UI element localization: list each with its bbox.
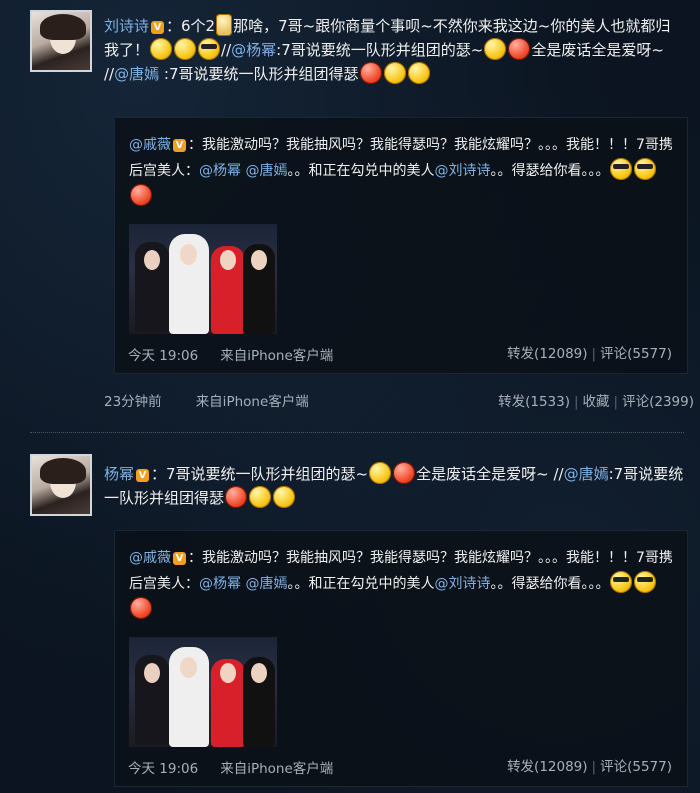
quote-comment-button[interactable]: 评论(5577): [600, 759, 672, 775]
avatar-image: [32, 456, 90, 514]
laugh-emoji-icon: [369, 462, 392, 484]
verified-icon: V: [151, 21, 165, 34]
quote-text-segment: 。。得瑟给你看。。。: [490, 576, 610, 592]
avatar[interactable]: [30, 454, 92, 516]
post-text: 刘诗诗 V ：6个2 那啥，7哥~跟你商量个事呗~不然你来我这边~你的美人也就都归我了…: [104, 14, 684, 86]
laugh-emoji-icon: [130, 184, 152, 206]
verified-icon: V: [136, 469, 150, 482]
mention-link[interactable]: @唐嫣: [114, 65, 159, 83]
laugh-emoji-icon: [484, 38, 507, 60]
quote-timestamp-link[interactable]: 今天 19:06: [128, 761, 198, 777]
verified-icon: V: [173, 552, 186, 565]
mention-link[interactable]: @唐嫣: [564, 465, 609, 483]
quote-author-link[interactable]: @戚薇: [129, 137, 171, 153]
quote-text: @戚薇 V ：我能激动吗？我能抽风吗？我能得瑟吗？我能炫耀吗？。。。我能！！！7哥携…: [129, 545, 673, 623]
repost-button[interactable]: 转发(1533): [498, 394, 570, 410]
quote-text-segment: 。。和正在勾兑中的美人: [287, 576, 435, 592]
laugh-emoji-icon: [225, 486, 248, 508]
username-link[interactable]: 刘诗诗: [104, 17, 149, 35]
post-text-segment: 全是废话全是爱呀~ //: [416, 465, 564, 483]
quote-source-link[interactable]: 来自iPhone客户端: [220, 761, 333, 777]
avatar-image: [32, 12, 90, 70]
sunglasses-emoji-icon: [610, 158, 633, 180]
quote-author-link[interactable]: @戚薇: [129, 550, 171, 566]
sunglasses-emoji-icon: [634, 571, 657, 593]
quote-comment-button[interactable]: 评论(5577): [600, 346, 672, 362]
source-link[interactable]: 来自iPhone客户端: [196, 394, 309, 410]
timestamp-link[interactable]: 23分钟前: [104, 394, 162, 410]
post-meta: 23分钟前 来自iPhone客户端: [104, 390, 309, 410]
reposted-weibo: @戚薇 V ：我能激动吗？我能抽风吗？我能得瑟吗？我能炫耀吗？。。。我能！！！7哥携…: [114, 530, 688, 787]
laugh-emoji-icon: [393, 462, 416, 484]
sunglasses-emoji-icon: [634, 158, 657, 180]
laugh-emoji-icon: [508, 38, 531, 60]
quote-repost-button[interactable]: 转发(12089): [507, 759, 587, 775]
sunglasses-emoji-icon: [610, 571, 633, 593]
post-text-segment: ：7哥说要统一队形并组团的瑟~: [151, 465, 369, 483]
reposted-weibo: @戚薇 V ：我能激动吗？我能抽风吗？我能得瑟吗？我能炫耀吗？。。。我能！！！7哥携…: [114, 117, 688, 374]
smile-emoji-icon: [174, 38, 197, 60]
quote-repost-button[interactable]: 转发(12089): [507, 346, 587, 362]
comment-button[interactable]: 评论(2399): [622, 394, 694, 410]
grin-emoji-icon: [383, 62, 406, 84]
smile-emoji-icon: [407, 62, 430, 84]
favorite-button[interactable]: 收藏: [583, 394, 610, 410]
photo-thumbnail[interactable]: [129, 224, 277, 334]
smile-emoji-icon: [273, 486, 296, 508]
mention-link[interactable]: @唐嫣: [245, 163, 287, 179]
mention-link[interactable]: @唐嫣: [245, 576, 287, 592]
avatar[interactable]: [30, 10, 92, 72]
smile-emoji-icon: [150, 38, 173, 60]
mention-link[interactable]: @杨幂: [199, 576, 241, 592]
post-actions: 转发(1533) | 收藏 | 评论(2399): [498, 394, 694, 410]
sunglasses-emoji-icon: [198, 38, 221, 60]
quote-meta: 今天 19:06 来自iPhone客户端: [128, 344, 333, 364]
photo-thumbnail[interactable]: [129, 637, 277, 747]
mention-link[interactable]: @杨幂: [199, 163, 241, 179]
quote-source-link[interactable]: 来自iPhone客户端: [220, 348, 333, 364]
laugh-emoji-icon: [359, 62, 382, 84]
quote-text-segment: 。。和正在勾兑中的美人: [287, 163, 435, 179]
post-text-segment: :7哥说要统一队形并组团得瑟: [159, 65, 359, 83]
quote-meta: 今天 19:06 来自iPhone客户端: [128, 757, 333, 777]
post-text-segment: //: [221, 41, 232, 59]
mention-link[interactable]: @杨幂: [231, 41, 276, 59]
mention-link[interactable]: @刘诗诗: [434, 163, 490, 179]
divider: [30, 432, 684, 433]
mention-link[interactable]: @刘诗诗: [434, 576, 490, 592]
laugh-emoji-icon: [130, 597, 152, 619]
grin-emoji-icon: [249, 486, 272, 508]
post-text: 杨幂 V ：7哥说要统一队形并组团的瑟~ 全是废话全是爱呀~ //@唐嫣:7哥说要统一…: [104, 462, 684, 510]
post-text-segment: :7哥说要统一队形并组团的瑟~: [276, 41, 484, 59]
quote-text-segment: 。。得瑟给你看。。。: [490, 163, 610, 179]
post-text-segment: ：6个2: [166, 17, 216, 35]
victory-hand-emoji-icon: [216, 14, 233, 36]
verified-icon: V: [173, 139, 186, 152]
quote-actions: 转发(12089) | 评论(5577): [507, 346, 672, 362]
quote-text: @戚薇 V ：我能激动吗？我能抽风吗？我能得瑟吗？我能炫耀吗？。。。我能！！！7哥携…: [129, 132, 673, 210]
quote-timestamp-link[interactable]: 今天 19:06: [128, 348, 198, 364]
quote-actions: 转发(12089) | 评论(5577): [507, 759, 672, 775]
username-link[interactable]: 杨幂: [104, 465, 134, 483]
